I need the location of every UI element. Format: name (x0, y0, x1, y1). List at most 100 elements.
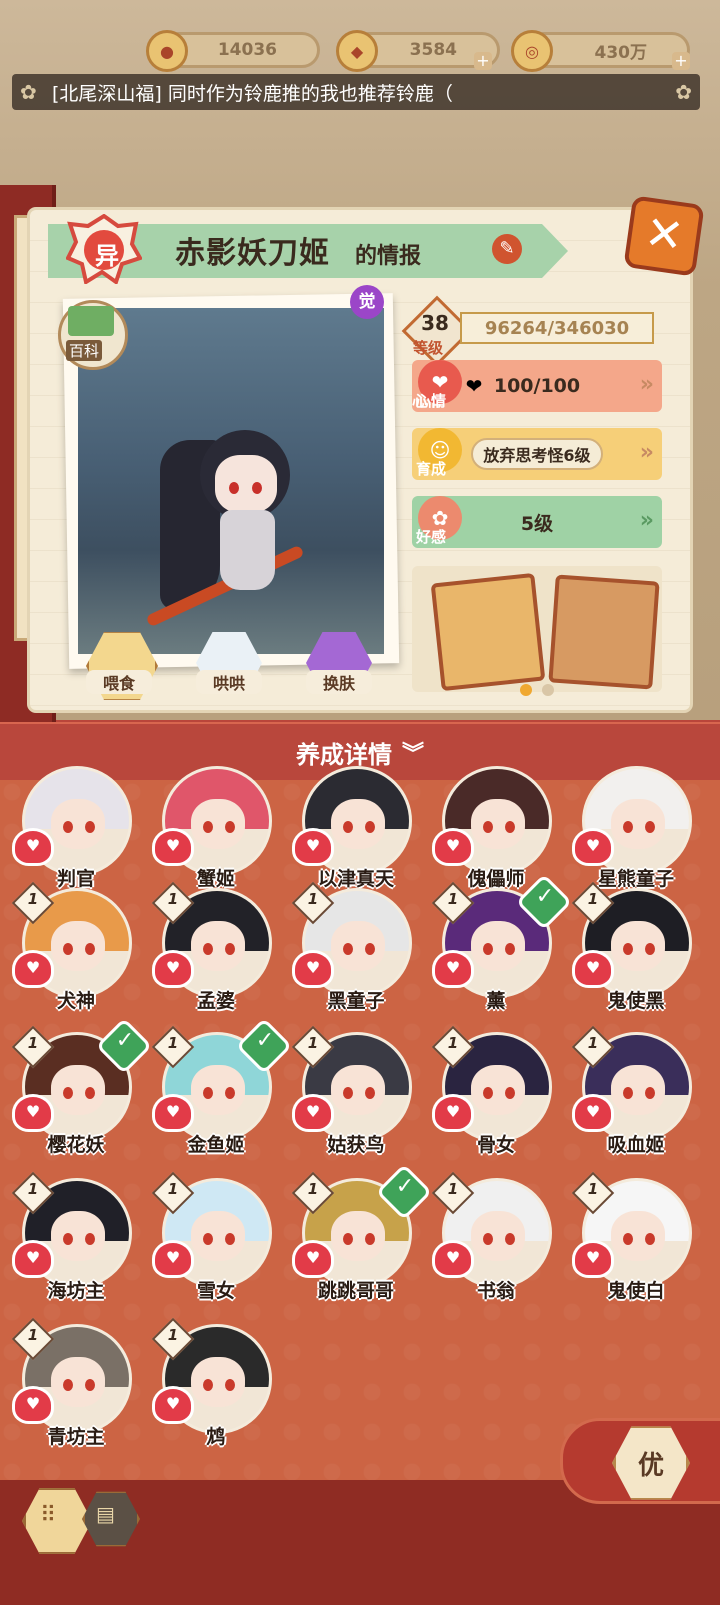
level-value: 1 (307, 1034, 319, 1052)
character-face (611, 921, 665, 971)
character-card[interactable]: 1 ♥ ✓ 跳跳哥哥 (291, 1163, 433, 1302)
gold-icon: ◎ (511, 30, 553, 72)
character-name: 黑童子 (327, 990, 385, 1012)
gift-food-card[interactable] (430, 572, 546, 692)
character-card[interactable]: 1 ♥ 骨女 (431, 1024, 552, 1156)
character-card[interactable]: ♥ 蟹姬 (152, 758, 272, 890)
character-card[interactable]: 1 ♥ 吸血姬 (571, 1024, 692, 1156)
flower-icon: ✿ (20, 80, 37, 104)
character-name: 鬼使白 (607, 1280, 665, 1302)
check-icon: ✓ (535, 884, 555, 909)
character-eye (225, 1379, 235, 1391)
character-eye (483, 1087, 493, 1099)
character-card[interactable]: 1 ♥ 鸩 (151, 1316, 272, 1448)
character-card[interactable]: 1 ♥ 孟婆 (151, 880, 272, 1012)
chevron-right-icon: » (639, 440, 654, 465)
character-card[interactable]: 1 ♥ 黑童子 (291, 880, 412, 1012)
character-eye (225, 1087, 235, 1099)
character-eye (343, 943, 353, 955)
character-card[interactable]: 1 ♥ 姑获鸟 (291, 1024, 412, 1156)
character-face (471, 1065, 525, 1115)
page-dot-active[interactable] (520, 684, 532, 696)
character-card[interactable]: 1 ♥ ✓ 薰 (431, 873, 573, 1012)
character-face (331, 921, 385, 971)
character-eye (343, 1087, 353, 1099)
character-face (331, 1211, 385, 1261)
character-card[interactable]: ♥ 以津真天 (292, 758, 412, 890)
check-icon: ✓ (255, 1028, 275, 1053)
character-face (471, 799, 525, 849)
level-value: 1 (27, 890, 39, 908)
heart-icon: ♥ (12, 828, 54, 866)
level-label: 等级 (413, 339, 444, 357)
heart-icon: ♥ (572, 1094, 614, 1132)
level-value: 1 (167, 890, 179, 908)
character-face (191, 1065, 245, 1115)
character-card[interactable]: 1 ♥ ✓ 樱花妖 (11, 1017, 153, 1156)
character-card[interactable]: 1 ♥ 海坊主 (11, 1170, 132, 1302)
character-eye (343, 1233, 353, 1245)
title-suffix: 的情报 (355, 244, 422, 269)
character-eye (483, 943, 493, 955)
character-name: 鬼使黑 (607, 990, 665, 1012)
page-dot[interactable] (542, 684, 554, 696)
flower-icon: ✿ (675, 80, 692, 104)
chat-ticker[interactable]: ✿ [北尾深山福] 同时作为铃鹿推的我也推荐铃鹿（ ✿ (12, 74, 700, 110)
level-value: 1 (167, 1326, 179, 1344)
heart-icon: ♥ (12, 1094, 54, 1132)
character-card[interactable]: ♥ 判官 (12, 758, 132, 890)
character-eye (645, 1233, 655, 1245)
character-face (331, 799, 385, 849)
mood-label-tag: 心情 (416, 392, 447, 410)
character-card[interactable]: 1 ♥ 鬼使白 (571, 1170, 692, 1302)
character-eye (225, 821, 235, 833)
gift-mirror-card[interactable] (548, 574, 660, 690)
character-card[interactable]: ♥ 傀儡师 (432, 758, 552, 890)
heart-icon: ♥ (152, 1240, 194, 1278)
character-eye (483, 1233, 493, 1245)
edit-icon[interactable]: ✎ (492, 234, 522, 264)
close-button[interactable]: ✕ (623, 195, 705, 277)
character-name: 孟婆 (196, 990, 235, 1012)
character-eye (229, 482, 239, 494)
level-value: 1 (27, 1180, 39, 1198)
character-face (611, 1065, 665, 1115)
level-value: 1 (587, 890, 599, 908)
character-eye (203, 1087, 213, 1099)
character-eye (85, 943, 95, 955)
heart-icon: ♥ (152, 828, 194, 866)
character-eye (63, 1087, 73, 1099)
heart-icon: ♥ (572, 828, 614, 866)
awaken-badge: 觉 (350, 285, 384, 319)
character-eye (645, 1087, 655, 1099)
character-card[interactable]: 1 ♥ 雪女 (151, 1170, 272, 1302)
character-face (191, 1211, 245, 1261)
level-value: 1 (167, 1180, 179, 1198)
character-card[interactable]: ♥ 星熊童子 (572, 758, 692, 890)
character-card[interactable]: 1 ♥ 书翁 (431, 1170, 552, 1302)
grid-icon: ⠿ (40, 1503, 57, 1528)
character-eye (203, 943, 213, 955)
character-eye (365, 1233, 375, 1245)
character-eye (365, 943, 375, 955)
character-name: 雪女 (196, 1280, 235, 1302)
heart-icon: ♥ (432, 950, 474, 988)
currency-value: 430万 (594, 42, 648, 63)
character-name: 青坊主 (47, 1426, 105, 1448)
character-card[interactable]: 1 ♥ 青坊主 (11, 1316, 132, 1448)
heart-icon: ♥ (572, 950, 614, 988)
character-card[interactable]: 1 ♥ 犬神 (11, 880, 132, 1012)
character-card[interactable]: 1 ♥ ✓ 金鱼姬 (151, 1017, 293, 1156)
character-eye (623, 1087, 633, 1099)
character-face (191, 1357, 245, 1407)
character-card[interactable]: 1 ♥ 鬼使黑 (571, 880, 692, 1012)
character-eye (623, 821, 633, 833)
feed-label: 喂食 (86, 670, 152, 694)
chevron-right-icon: » (639, 372, 654, 397)
jade-icon: ◆ (336, 30, 378, 72)
add-jade-button[interactable]: + (474, 52, 492, 70)
character-face (51, 1357, 105, 1407)
mood-value: 100/100 (493, 375, 581, 397)
character-eye (645, 821, 655, 833)
add-gold-button[interactable]: + (672, 52, 690, 70)
